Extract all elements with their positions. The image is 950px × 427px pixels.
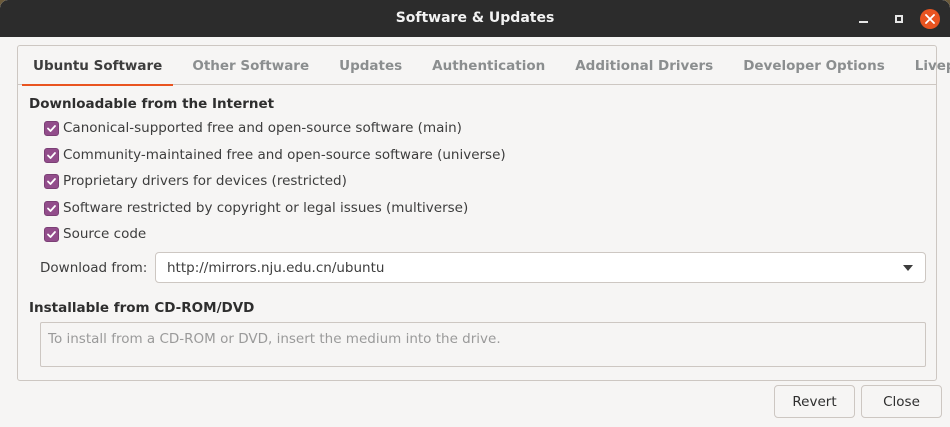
cdrom-placeholder: To install from a CD-ROM or DVD, insert …	[48, 331, 501, 347]
close-button[interactable]: Close	[861, 385, 942, 418]
checkmark-icon[interactable]	[44, 226, 59, 242]
close-icon[interactable]	[920, 9, 940, 29]
chevron-down-icon	[903, 264, 913, 271]
tab-bar: Ubuntu Software Other Software Updates A…	[18, 46, 950, 86]
download-server-dropdown[interactable]: http://mirrors.nju.edu.cn/ubuntu	[155, 252, 926, 283]
checkbox-universe[interactable]: Community-maintained free and open-sourc…	[44, 146, 506, 164]
tab-ubuntu-software[interactable]: Ubuntu Software	[18, 46, 177, 86]
tab-livepatch[interactable]: Livepatch	[900, 46, 950, 85]
tab-other-software[interactable]: Other Software	[177, 46, 324, 85]
downloadable-heading: Downloadable from the Internet	[29, 96, 275, 112]
tab-notebook: Ubuntu Software Other Software Updates A…	[17, 45, 950, 381]
checkbox-label: Community-maintained free and open-sourc…	[63, 147, 506, 163]
checkmark-icon[interactable]	[44, 173, 59, 189]
revert-button[interactable]: Revert	[774, 385, 855, 418]
titlebar[interactable]: Software & Updates	[0, 0, 950, 37]
window-title: Software & Updates	[395, 10, 555, 26]
checkmark-icon[interactable]	[44, 120, 59, 136]
software-updates-window: Software & Updates Ubuntu Software Other…	[0, 0, 950, 427]
checkbox-label: Source code	[63, 226, 147, 242]
tab-updates[interactable]: Updates	[324, 46, 417, 85]
cdrom-box: To install from a CD-ROM or DVD, insert …	[40, 322, 926, 367]
checkbox-source-code[interactable]: Source code	[44, 225, 146, 243]
download-from-label: Download from:	[40, 260, 148, 276]
checkbox-label: Canonical-supported free and open-source…	[63, 120, 462, 136]
tab-additional-drivers[interactable]: Additional Drivers	[560, 46, 728, 85]
maximize-icon[interactable]	[889, 9, 909, 29]
checkbox-label: Proprietary drivers for devices (restric…	[63, 173, 347, 189]
checkbox-multiverse[interactable]: Software restricted by copyright or lega…	[44, 199, 468, 217]
minimize-icon[interactable]	[853, 9, 873, 29]
checkbox-restricted[interactable]: Proprietary drivers for devices (restric…	[44, 172, 347, 190]
checkbox-main[interactable]: Canonical-supported free and open-source…	[44, 119, 462, 137]
checkmark-icon[interactable]	[44, 147, 59, 163]
tab-developer-options[interactable]: Developer Options	[728, 46, 900, 85]
checkbox-label: Software restricted by copyright or lega…	[63, 200, 469, 216]
cdrom-heading: Installable from CD-ROM/DVD	[29, 300, 255, 316]
download-server-value: http://mirrors.nju.edu.cn/ubuntu	[167, 259, 385, 276]
checkmark-icon[interactable]	[44, 200, 59, 216]
tab-authentication[interactable]: Authentication	[417, 46, 560, 85]
